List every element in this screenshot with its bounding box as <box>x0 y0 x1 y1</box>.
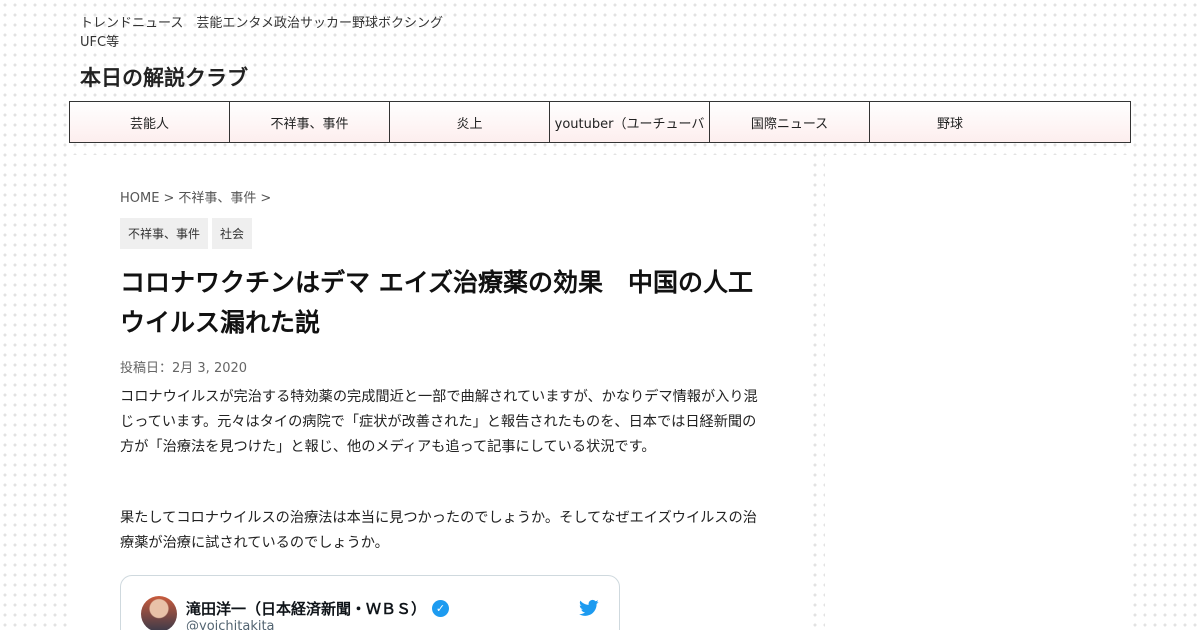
category-tag-society[interactable]: 社会 <box>212 218 253 249</box>
verified-badge-icon: ✓ <box>432 600 450 617</box>
category-tag-scandal[interactable]: 不祥事、事件 <box>120 218 209 249</box>
tweet-author[interactable]: 滝田洋一（日本経済新聞・ＷＢＳ） ✓ <box>186 598 450 619</box>
post-title: コロナワクチンはデマ エイズ治療薬の効果 中国の人工ウイルス漏れた説 <box>120 268 753 337</box>
nav-item-youtuber[interactable]: youtuber（ユーチューバ <box>550 102 710 142</box>
breadcrumb-separator: > <box>260 191 272 206</box>
site-header: トレンドニュース 芸能エンタメ政治サッカー野球ボクシングUFC等 本日の解説クラ… <box>80 14 460 92</box>
nav-item-enjou[interactable]: 炎上 <box>390 102 550 142</box>
nav-item-geinoujin[interactable]: 芸能人 <box>70 102 230 142</box>
global-nav: 芸能人 不祥事、事件 炎上 youtuber（ユーチューバ 国際ニュース 野球 <box>69 101 1131 143</box>
post-paragraph: コロナウイルスが完治する特効薬の完成間近と一部で曲解されていますが、かなりデマ情… <box>120 389 758 455</box>
breadcrumb-home[interactable]: HOME <box>120 191 159 206</box>
tweet-handle[interactable]: @yoichitakita <box>186 619 275 630</box>
breadcrumb-separator: > <box>163 191 175 206</box>
breadcrumb-category[interactable]: 不祥事、事件 <box>178 191 256 206</box>
avatar[interactable] <box>141 596 177 630</box>
post-date: 投稿日：2月 3, 2020 <box>120 361 248 376</box>
post-paragraph: 果たしてコロナウイルスの治療法は本当に見つかったのでしょうか。そしてなぜエイズウ… <box>120 510 757 551</box>
embedded-tweet[interactable]: 滝田洋一（日本経済新聞・ＷＢＳ） ✓ @yoichitakita <box>120 575 620 630</box>
breadcrumb: HOME > 不祥事、事件 > <box>120 187 275 206</box>
tweet-author-name: 滝田洋一（日本経済新聞・ＷＢＳ） <box>186 600 427 618</box>
site-tagline: トレンドニュース 芸能エンタメ政治サッカー野球ボクシングUFC等 <box>80 16 443 50</box>
article-main: HOME > 不祥事、事件 > 不祥事、事件 社会 コロナワクチンはデマ エイズ治療薬… <box>70 155 810 630</box>
nav-item-international[interactable]: 国際ニュース <box>710 102 870 142</box>
nav-item-baseball[interactable]: 野球 <box>870 102 1030 142</box>
sidebar <box>825 155 1130 630</box>
category-tags: 不祥事、事件 社会 <box>120 218 253 249</box>
site-title[interactable]: 本日の解説クラブ <box>80 62 460 92</box>
nav-item-scandal[interactable]: 不祥事、事件 <box>230 102 390 142</box>
twitter-bird-icon[interactable] <box>579 598 599 618</box>
